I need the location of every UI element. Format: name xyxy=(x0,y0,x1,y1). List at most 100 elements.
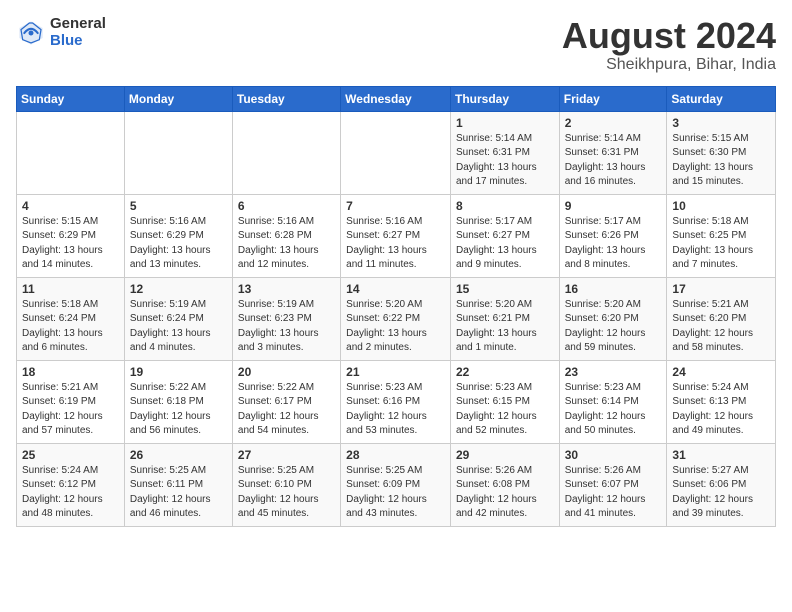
page-header: General Blue August 2024 Sheikhpura, Bih… xyxy=(16,16,776,74)
calendar-cell xyxy=(232,111,340,194)
day-info: Sunrise: 5:23 AM Sunset: 6:15 PM Dayligh… xyxy=(456,381,554,439)
calendar-cell: 22Sunrise: 5:23 AM Sunset: 6:15 PM Dayli… xyxy=(450,360,559,443)
calendar-week-row: 18 Sunrise: 5:21 AM Sunset: 6:19 PM Dayli… xyxy=(17,360,776,443)
day-number: 15 xyxy=(456,282,554,296)
calendar-cell: 8 Sunrise: 5:17 AM Sunset: 6:27 PM Daylig… xyxy=(450,194,559,277)
day-number: 13 xyxy=(238,282,335,296)
day-number: 3 xyxy=(672,116,770,130)
weekday-header-wednesday: Wednesday xyxy=(341,86,451,111)
day-number: 28 xyxy=(346,448,445,462)
calendar-cell: 11 Sunrise: 5:18 AM Sunset: 6:24 PM Dayli… xyxy=(17,277,125,360)
day-info: Sunrise: 5:16 AM Sunset: 6:29 PM Dayligh… xyxy=(130,215,227,273)
logo-general-text: General xyxy=(50,16,106,33)
calendar-cell: 27 Sunrise: 5:25 AM Sunset: 6:10 PM Dayli… xyxy=(232,443,340,526)
day-number: 8 xyxy=(456,199,554,213)
calendar-cell: 23Sunrise: 5:23 AM Sunset: 6:14 PM Dayli… xyxy=(559,360,667,443)
day-number: 12 xyxy=(130,282,227,296)
calendar-cell xyxy=(124,111,232,194)
day-number: 23 xyxy=(565,365,662,379)
weekday-header-tuesday: Tuesday xyxy=(232,86,340,111)
day-number: 30 xyxy=(565,448,662,462)
calendar-cell: 16Sunrise: 5:20 AM Sunset: 6:20 PM Dayli… xyxy=(559,277,667,360)
calendar-cell: 26 Sunrise: 5:25 AM Sunset: 6:11 PM Dayli… xyxy=(124,443,232,526)
day-info: Sunrise: 5:17 AM Sunset: 6:27 PM Dayligh… xyxy=(456,215,554,273)
calendar-week-row: 25 Sunrise: 5:24 AM Sunset: 6:12 PM Dayli… xyxy=(17,443,776,526)
calendar-cell: 13 Sunrise: 5:19 AM Sunset: 6:23 PM Dayli… xyxy=(232,277,340,360)
day-info: Sunrise: 5:15 AM Sunset: 6:30 PM Dayligh… xyxy=(672,132,770,190)
calendar-cell: 3 Sunrise: 5:15 AM Sunset: 6:30 PM Daylig… xyxy=(667,111,776,194)
day-number: 24 xyxy=(672,365,770,379)
day-number: 25 xyxy=(22,448,119,462)
calendar-cell: 28 Sunrise: 5:25 AM Sunset: 6:09 PM Dayli… xyxy=(341,443,451,526)
day-number: 11 xyxy=(22,282,119,296)
calendar-cell: 4 Sunrise: 5:15 AM Sunset: 6:29 PM Daylig… xyxy=(17,194,125,277)
day-number: 5 xyxy=(130,199,227,213)
day-number: 6 xyxy=(238,199,335,213)
calendar-cell: 6 Sunrise: 5:16 AM Sunset: 6:28 PM Daylig… xyxy=(232,194,340,277)
day-info: Sunrise: 5:20 AM Sunset: 6:22 PM Dayligh… xyxy=(346,298,445,356)
day-info: Sunrise: 5:19 AM Sunset: 6:23 PM Dayligh… xyxy=(238,298,335,356)
day-info: Sunrise: 5:15 AM Sunset: 6:29 PM Dayligh… xyxy=(22,215,119,273)
weekday-header-sunday: Sunday xyxy=(17,86,125,111)
logo: General Blue xyxy=(16,16,106,49)
location-subtitle: Sheikhpura, Bihar, India xyxy=(562,56,776,74)
day-number: 21 xyxy=(346,365,445,379)
month-title: August 2024 xyxy=(562,16,776,56)
calendar-cell: 1 Sunrise: 5:14 AM Sunset: 6:31 PM Daylig… xyxy=(450,111,559,194)
calendar-cell: 31 Sunrise: 5:27 AM Sunset: 6:06 PM Dayli… xyxy=(667,443,776,526)
day-number: 2 xyxy=(565,116,662,130)
day-number: 31 xyxy=(672,448,770,462)
day-info: Sunrise: 5:21 AM Sunset: 6:20 PM Dayligh… xyxy=(672,298,770,356)
logo-text: General Blue xyxy=(50,16,106,49)
day-info: Sunrise: 5:25 AM Sunset: 6:09 PM Dayligh… xyxy=(346,464,445,522)
day-info: Sunrise: 5:20 AM Sunset: 6:21 PM Dayligh… xyxy=(456,298,554,356)
weekday-header-thursday: Thursday xyxy=(450,86,559,111)
weekday-header-monday: Monday xyxy=(124,86,232,111)
calendar-cell: 12 Sunrise: 5:19 AM Sunset: 6:24 PM Dayli… xyxy=(124,277,232,360)
calendar-week-row: 1 Sunrise: 5:14 AM Sunset: 6:31 PM Daylig… xyxy=(17,111,776,194)
day-number: 19 xyxy=(130,365,227,379)
day-info: Sunrise: 5:14 AM Sunset: 6:31 PM Dayligh… xyxy=(565,132,662,190)
day-number: 26 xyxy=(130,448,227,462)
weekday-header-row: SundayMondayTuesdayWednesdayThursdayFrid… xyxy=(17,86,776,111)
day-info: Sunrise: 5:18 AM Sunset: 6:24 PM Dayligh… xyxy=(22,298,119,356)
calendar-cell: 5 Sunrise: 5:16 AM Sunset: 6:29 PM Daylig… xyxy=(124,194,232,277)
calendar-cell: 18 Sunrise: 5:21 AM Sunset: 6:19 PM Dayli… xyxy=(17,360,125,443)
day-number: 1 xyxy=(456,116,554,130)
day-info: Sunrise: 5:25 AM Sunset: 6:11 PM Dayligh… xyxy=(130,464,227,522)
day-info: Sunrise: 5:16 AM Sunset: 6:27 PM Dayligh… xyxy=(346,215,445,273)
day-number: 14 xyxy=(346,282,445,296)
day-info: Sunrise: 5:24 AM Sunset: 6:12 PM Dayligh… xyxy=(22,464,119,522)
day-info: Sunrise: 5:20 AM Sunset: 6:20 PM Dayligh… xyxy=(565,298,662,356)
day-info: Sunrise: 5:25 AM Sunset: 6:10 PM Dayligh… xyxy=(238,464,335,522)
day-info: Sunrise: 5:14 AM Sunset: 6:31 PM Dayligh… xyxy=(456,132,554,190)
day-number: 4 xyxy=(22,199,119,213)
day-info: Sunrise: 5:21 AM Sunset: 6:19 PM Dayligh… xyxy=(22,381,119,439)
calendar-table: SundayMondayTuesdayWednesdayThursdayFrid… xyxy=(16,86,776,527)
calendar-cell: 9Sunrise: 5:17 AM Sunset: 6:26 PM Daylig… xyxy=(559,194,667,277)
logo-blue-text: Blue xyxy=(50,33,106,50)
weekday-header-friday: Friday xyxy=(559,86,667,111)
calendar-cell: 20Sunrise: 5:22 AM Sunset: 6:17 PM Dayli… xyxy=(232,360,340,443)
calendar-cell: 14 Sunrise: 5:20 AM Sunset: 6:22 PM Dayli… xyxy=(341,277,451,360)
day-number: 27 xyxy=(238,448,335,462)
day-info: Sunrise: 5:27 AM Sunset: 6:06 PM Dayligh… xyxy=(672,464,770,522)
day-info: Sunrise: 5:17 AM Sunset: 6:26 PM Dayligh… xyxy=(565,215,662,273)
calendar-cell: 7Sunrise: 5:16 AM Sunset: 6:27 PM Daylig… xyxy=(341,194,451,277)
day-info: Sunrise: 5:26 AM Sunset: 6:08 PM Dayligh… xyxy=(456,464,554,522)
weekday-header-saturday: Saturday xyxy=(667,86,776,111)
calendar-cell: 29 Sunrise: 5:26 AM Sunset: 6:08 PM Dayli… xyxy=(450,443,559,526)
day-number: 10 xyxy=(672,199,770,213)
day-number: 29 xyxy=(456,448,554,462)
day-info: Sunrise: 5:16 AM Sunset: 6:28 PM Dayligh… xyxy=(238,215,335,273)
day-info: Sunrise: 5:19 AM Sunset: 6:24 PM Dayligh… xyxy=(130,298,227,356)
calendar-cell: 21Sunrise: 5:23 AM Sunset: 6:16 PM Dayli… xyxy=(341,360,451,443)
day-number: 18 xyxy=(22,365,119,379)
calendar-cell xyxy=(17,111,125,194)
day-info: Sunrise: 5:24 AM Sunset: 6:13 PM Dayligh… xyxy=(672,381,770,439)
calendar-cell: 17Sunrise: 5:21 AM Sunset: 6:20 PM Dayli… xyxy=(667,277,776,360)
logo-icon xyxy=(16,18,46,48)
calendar-week-row: 4 Sunrise: 5:15 AM Sunset: 6:29 PM Daylig… xyxy=(17,194,776,277)
calendar-cell: 24 Sunrise: 5:24 AM Sunset: 6:13 PM Dayli… xyxy=(667,360,776,443)
title-block: August 2024 Sheikhpura, Bihar, India xyxy=(562,16,776,74)
